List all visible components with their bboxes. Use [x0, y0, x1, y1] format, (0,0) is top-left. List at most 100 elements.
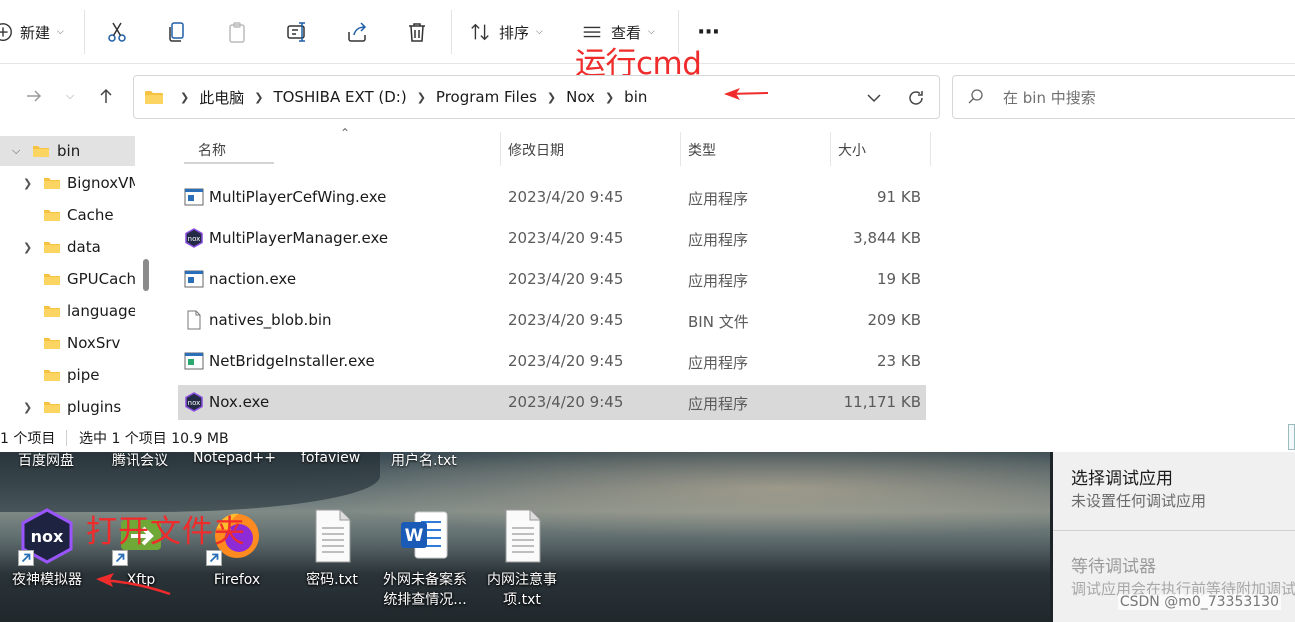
paste-button[interactable]: [225, 14, 249, 50]
tree-item-pipe[interactable]: pipe: [0, 360, 135, 390]
column-header-name[interactable]: 名称: [198, 140, 226, 160]
tree-item-plugins[interactable]: ❯ plugins: [0, 392, 135, 422]
annotation-arrow: [724, 88, 769, 100]
desktop-icon-word-doc[interactable]: W 外网未备案系统排查情况...: [380, 508, 470, 618]
file-date: 2023/4/20 9:45: [508, 188, 624, 206]
column-header-date[interactable]: 修改日期: [508, 140, 564, 160]
breadcrumb-item-nox[interactable]: Nox: [566, 88, 595, 106]
tree-item-label: Cache: [67, 206, 114, 224]
toolbar-divider: [84, 10, 85, 54]
address-history-button[interactable]: [862, 86, 886, 110]
desktop-icon-nox[interactable]: nox 夜神模拟器: [2, 508, 92, 618]
file-size: 11,171 KB: [843, 393, 921, 411]
chevron-right-icon: ❯: [604, 90, 615, 104]
copy-button[interactable]: [165, 14, 189, 50]
file-size: 19 KB: [877, 270, 921, 288]
svg-text:nox: nox: [31, 527, 64, 546]
arrow-right-icon: [27, 90, 42, 102]
item-count: 1 个项目: [0, 431, 56, 447]
up-button[interactable]: [92, 82, 120, 110]
sort-icon: [471, 23, 489, 41]
desktop-icon-intranet-notes-txt[interactable]: 内网注意事项.txt: [477, 508, 567, 618]
new-button[interactable]: 新建 ⌵: [0, 14, 64, 50]
cut-button[interactable]: [105, 14, 129, 50]
tree-item-label: BignoxVMS: [67, 174, 135, 192]
file-name: MultiPlayerCefWing.exe: [209, 188, 387, 206]
view-toggle[interactable]: [1288, 424, 1295, 450]
chevron-right-icon: ❯: [546, 90, 557, 104]
file-row[interactable]: natives_blob.bin 2023/4/20 9:45 BIN 文件 2…: [178, 303, 926, 338]
chevron-right-icon: ❯: [416, 90, 426, 104]
delete-button[interactable]: [405, 14, 429, 50]
tree-item-gpucache[interactable]: GPUCache: [0, 264, 135, 294]
desktop-icon-password-txt[interactable]: 密码.txt: [287, 508, 377, 618]
desktop-label[interactable]: 百度网盘: [18, 452, 74, 470]
file-row[interactable]: naction.exe 2023/4/20 9:45 应用程序 19 KB: [178, 262, 926, 297]
chevron-right-icon: ❯: [254, 90, 264, 104]
file-row[interactable]: NetBridgeInstaller.exe 2023/4/20 9:45 应用…: [178, 344, 926, 379]
breadcrumb-item-this-pc[interactable]: 此电脑: [199, 87, 244, 108]
breadcrumb-item-program-files[interactable]: Program Files: [436, 88, 537, 106]
status-bar: 1 个项目 选中 1 个项目 10.9 MB: [0, 424, 1295, 452]
sidebar-scrollbar[interactable]: [143, 259, 149, 291]
chevron-down-icon: ⌵: [536, 27, 543, 37]
annotation-open-folder: 打开文件夹: [86, 514, 246, 550]
search-box[interactable]: 在 bin 中搜索: [952, 75, 1295, 119]
chevron-down-icon: [867, 94, 881, 103]
column-divider[interactable]: [830, 132, 831, 166]
column-divider[interactable]: [500, 132, 501, 166]
clipboard-icon: [229, 22, 245, 43]
tree-item-label: GPUCache: [67, 270, 135, 288]
file-type: BIN 文件: [688, 313, 749, 331]
breadcrumb: ❯ 此电脑 ❯ TOSHIBA EXT (D:) ❯ Program Files…: [144, 76, 651, 118]
panel-divider: [1053, 530, 1295, 531]
chevron-down-icon: ⌵: [648, 27, 655, 37]
desktop-label[interactable]: fofaview: [301, 452, 360, 466]
share-icon: [348, 22, 367, 42]
file-size: 91 KB: [877, 188, 921, 206]
file-size: 23 KB: [877, 352, 921, 370]
refresh-button[interactable]: [904, 86, 928, 110]
column-header-type[interactable]: 类型: [688, 140, 716, 160]
status-divider: [66, 430, 67, 446]
file-date: 2023/4/20 9:45: [508, 352, 624, 370]
text-file-icon: [505, 509, 541, 563]
text-file-icon: [315, 509, 351, 563]
tree-item-language[interactable]: language: [0, 296, 135, 326]
svg-text:W: W: [405, 526, 424, 546]
tree-item-noxsrv[interactable]: NoxSrv: [0, 328, 135, 358]
file-row[interactable]: nox MultiPlayerManager.exe 2023/4/20 9:4…: [178, 221, 926, 256]
desktop-label[interactable]: Notepad++: [193, 452, 276, 466]
file-date: 2023/4/20 9:45: [508, 311, 624, 329]
file-row[interactable]: MultiPlayerCefWing.exe 2023/4/20 9:45 应用…: [178, 180, 926, 215]
address-bar[interactable]: ❯ 此电脑 ❯ TOSHIBA EXT (D:) ❯ Program Files…: [133, 75, 940, 119]
share-button[interactable]: [345, 14, 369, 50]
column-divider[interactable]: [680, 132, 681, 166]
file-name: natives_blob.bin: [209, 311, 332, 329]
tree-item-bin[interactable]: ⌵ bin: [0, 136, 135, 166]
file-name: Nox.exe: [209, 393, 270, 411]
search-placeholder: 在 bin 中搜索: [1003, 88, 1096, 107]
select-debug-app-title[interactable]: 选择调试应用: [1071, 464, 1173, 489]
sort-button[interactable]: 排序 ⌵: [469, 14, 543, 50]
breadcrumb-item-bin[interactable]: bin: [624, 88, 647, 106]
breadcrumb-item-drive[interactable]: TOSHIBA EXT (D:): [273, 88, 406, 106]
tree-item-bignoxvms[interactable]: ❯ BignoxVMS: [0, 168, 135, 198]
folder-icon: [44, 210, 60, 221]
tree-item-cache[interactable]: Cache: [0, 200, 135, 230]
column-divider[interactable]: [930, 132, 931, 166]
forward-button[interactable]: [20, 82, 48, 110]
desktop-label[interactable]: 用户名.txt: [391, 452, 457, 470]
chevron-right-icon: ❯: [23, 400, 33, 414]
column-header-size[interactable]: 大小: [838, 140, 866, 160]
rename-button[interactable]: [285, 14, 309, 50]
scissors-icon: [108, 22, 126, 42]
selection-info: 选中 1 个项目 10.9 MB: [79, 431, 229, 447]
file-row-selected[interactable]: nox Nox.exe 2023/4/20 9:45 应用程序 11,171 K…: [178, 385, 926, 420]
recent-locations-button[interactable]: ⌵: [56, 82, 84, 110]
wait-for-debugger-title[interactable]: 等待调试器: [1071, 552, 1156, 577]
desktop-label[interactable]: 腾讯会议: [112, 452, 168, 470]
tree-item-data[interactable]: ❯ data: [0, 232, 135, 262]
watermark: CSDN @m0_73353130: [1117, 594, 1281, 610]
sort-ascending-icon: ⌃: [340, 126, 351, 140]
